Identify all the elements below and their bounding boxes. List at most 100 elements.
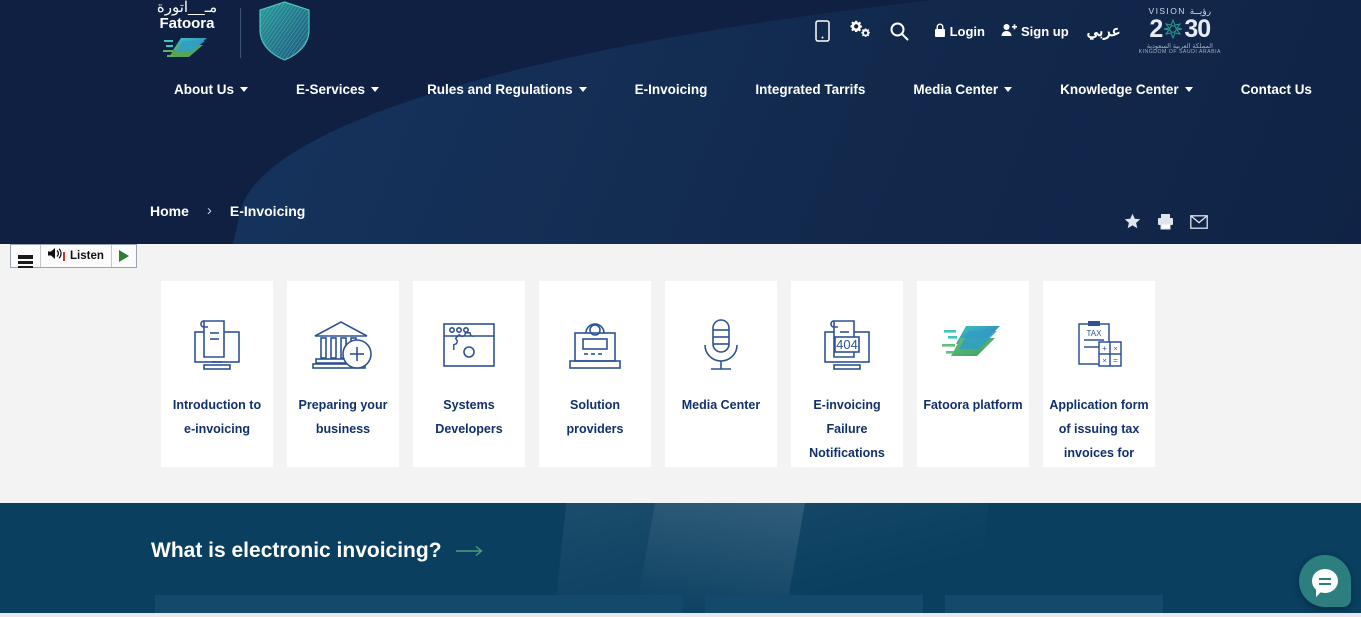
print-icon[interactable] xyxy=(1157,213,1174,230)
card-media-center[interactable]: Media Center xyxy=(665,281,777,467)
card-fatoora-platform[interactable]: Fatoora platform xyxy=(917,281,1029,467)
nav-item-e-invoicing[interactable]: E-Invoicing xyxy=(611,76,732,103)
nav-item-media-center[interactable]: Media Center xyxy=(889,76,1036,103)
svg-text:×: × xyxy=(1113,346,1117,353)
nav-label: Rules and Regulations xyxy=(427,82,573,97)
user-plus-icon xyxy=(1001,23,1017,40)
chevron-down-icon xyxy=(1004,87,1013,92)
nav-item-e-services[interactable]: E-Services xyxy=(272,76,403,103)
nav-label: Contact Us xyxy=(1240,82,1312,97)
nav-item-contact-us[interactable]: Contact Us xyxy=(1217,76,1336,103)
hero-header: مـ__اتورة Fatoora Login Sign up عربي VIS… xyxy=(0,0,1361,244)
card-label: Fatoora platform xyxy=(923,398,1023,412)
readspeaker-listen-button[interactable]: Listen xyxy=(41,245,112,267)
page-tools xyxy=(1124,213,1208,230)
nav-label: Knowledge Center xyxy=(1060,82,1179,97)
favorite-star-icon[interactable] xyxy=(1124,213,1141,230)
nav-label: Integrated Tarrifs xyxy=(755,82,866,97)
signup-button[interactable]: Sign up xyxy=(1001,23,1069,40)
quick-links-section: Introduction to e-invoicing Preparing yo… xyxy=(0,244,1361,503)
card-solution-providers[interactable]: Solution providers xyxy=(539,281,651,467)
nav-label: Media Center xyxy=(913,82,999,97)
section-title: What is electronic invoicing? xyxy=(151,539,442,562)
brand-wordmark: مـ__اتورة Fatoora xyxy=(150,0,224,66)
lock-icon xyxy=(934,23,946,40)
readspeaker-label: Listen xyxy=(70,250,104,262)
vision-number-right: 30 xyxy=(1184,14,1211,43)
card-application-form-tax-invoices[interactable]: TAX + × × = Application form of issuing … xyxy=(1043,281,1155,467)
vision-2030-logo: VISION رؤيــة 2 30 المملكة العربية السعو… xyxy=(1138,6,1221,56)
bank-plus-icon xyxy=(310,311,376,381)
brand-english-name: Fatoora xyxy=(159,15,215,32)
breadcrumb: Home › E-Invoicing xyxy=(150,202,305,219)
card-label: Application form of issuing tax invoices… xyxy=(1049,398,1149,460)
card-e-invoicing-failure-notifications[interactable]: 404 E-invoicing Failure Notifications xyxy=(791,281,903,467)
microphone-icon xyxy=(696,311,746,381)
chevron-right-icon: › xyxy=(206,202,212,219)
nav-label: About Us xyxy=(174,82,234,97)
nav-label: E-Services xyxy=(296,82,366,97)
settings-gears-icon[interactable] xyxy=(842,11,880,51)
monitor-404-icon: 404 xyxy=(816,311,878,381)
readspeaker-accent-bar xyxy=(63,251,65,261)
search-icon[interactable] xyxy=(880,11,918,51)
site-logo[interactable]: مـ__اتورة Fatoora xyxy=(150,0,312,66)
nav-item-integrated-tarrifs[interactable]: Integrated Tarrifs xyxy=(731,76,889,103)
card-label: Preparing your business xyxy=(298,398,388,436)
svg-text:TAX: TAX xyxy=(1087,329,1103,338)
tax-calculator-icon: TAX + × × = xyxy=(1071,311,1127,381)
chevron-down-icon xyxy=(578,87,587,92)
server-gear-icon xyxy=(564,311,626,381)
card-label: Systems Developers xyxy=(435,398,503,436)
mobile-app-icon[interactable] xyxy=(804,11,842,51)
brand-divider xyxy=(240,8,241,58)
language-switch[interactable]: عربي xyxy=(1087,22,1121,40)
header-actions: Login Sign up عربي VISION رؤيــة 2 30 ال… xyxy=(804,0,1221,62)
chevron-down-icon xyxy=(1184,87,1193,92)
svg-text:×: × xyxy=(1102,358,1106,365)
nav-label: E-Invoicing xyxy=(634,82,708,97)
play-icon xyxy=(118,250,129,262)
nav-item-knowledge-center[interactable]: Knowledge Center xyxy=(1036,76,1217,103)
main-navigation: About Us E-Services Rules and Regulation… xyxy=(150,76,1336,103)
card-introduction-to-e-invoicing[interactable]: Introduction to e-invoicing xyxy=(161,281,273,467)
top-bar: مـ__اتورة Fatoora Login Sign up عربي VIS… xyxy=(0,0,1361,66)
chevron-down-icon xyxy=(240,87,248,92)
card-preparing-your-business[interactable]: Preparing your business xyxy=(287,281,399,467)
email-icon[interactable] xyxy=(1190,214,1208,229)
nav-item-about-us[interactable]: About Us xyxy=(150,76,272,103)
readspeaker-play-button[interactable] xyxy=(112,245,136,267)
monitor-document-icon xyxy=(186,311,248,381)
signup-label: Sign up xyxy=(1021,23,1069,39)
speaker-icon xyxy=(48,247,63,265)
card-label: Introduction to e-invoicing xyxy=(172,398,262,436)
chevron-down-icon xyxy=(371,87,380,92)
what-is-e-invoicing-section: What is electronic invoicing? xyxy=(0,503,1361,617)
card-label: E-invoicing Failure Notifications xyxy=(809,398,885,460)
nav-item-rules-and-regulations[interactable]: Rules and Regulations xyxy=(403,76,611,103)
login-button[interactable]: Login xyxy=(934,23,985,40)
card-label: Media Center xyxy=(681,398,761,412)
breadcrumb-current: E-Invoicing xyxy=(229,202,306,219)
vision-rosette-icon xyxy=(1163,18,1183,40)
zatca-shield-icon xyxy=(257,0,312,67)
vision-number-left: 2 xyxy=(1149,14,1163,43)
brand-arabic-name: مـ__اتورة xyxy=(156,0,218,16)
svg-text:=: = xyxy=(1113,356,1118,365)
fatoora-swoosh-logo xyxy=(163,35,211,66)
quick-links-card-list: Introduction to e-invoicing Preparing yo… xyxy=(161,281,1155,467)
vision-english-subtitle: KINGDOM OF SAUDI ARABIA xyxy=(1138,49,1221,56)
page-root: مـ__اتورة Fatoora Login Sign up عربي VIS… xyxy=(0,0,1361,617)
card-systems-developers[interactable]: Systems Developers xyxy=(413,281,525,467)
chat-widget-button[interactable] xyxy=(1299,555,1351,607)
fatoora-swoosh-icon xyxy=(942,311,1004,381)
svg-text:+: + xyxy=(1102,344,1107,353)
hamburger-menu-icon[interactable] xyxy=(11,245,41,269)
login-label: Login xyxy=(949,23,985,39)
page-bottom-edge xyxy=(0,613,1361,617)
readspeaker-widget: Listen xyxy=(10,244,137,269)
breadcrumb-home[interactable]: Home xyxy=(150,203,189,219)
chat-bubble-icon xyxy=(1312,569,1338,597)
arrow-right-icon[interactable] xyxy=(455,545,484,557)
card-label: Solution providers xyxy=(566,398,624,436)
